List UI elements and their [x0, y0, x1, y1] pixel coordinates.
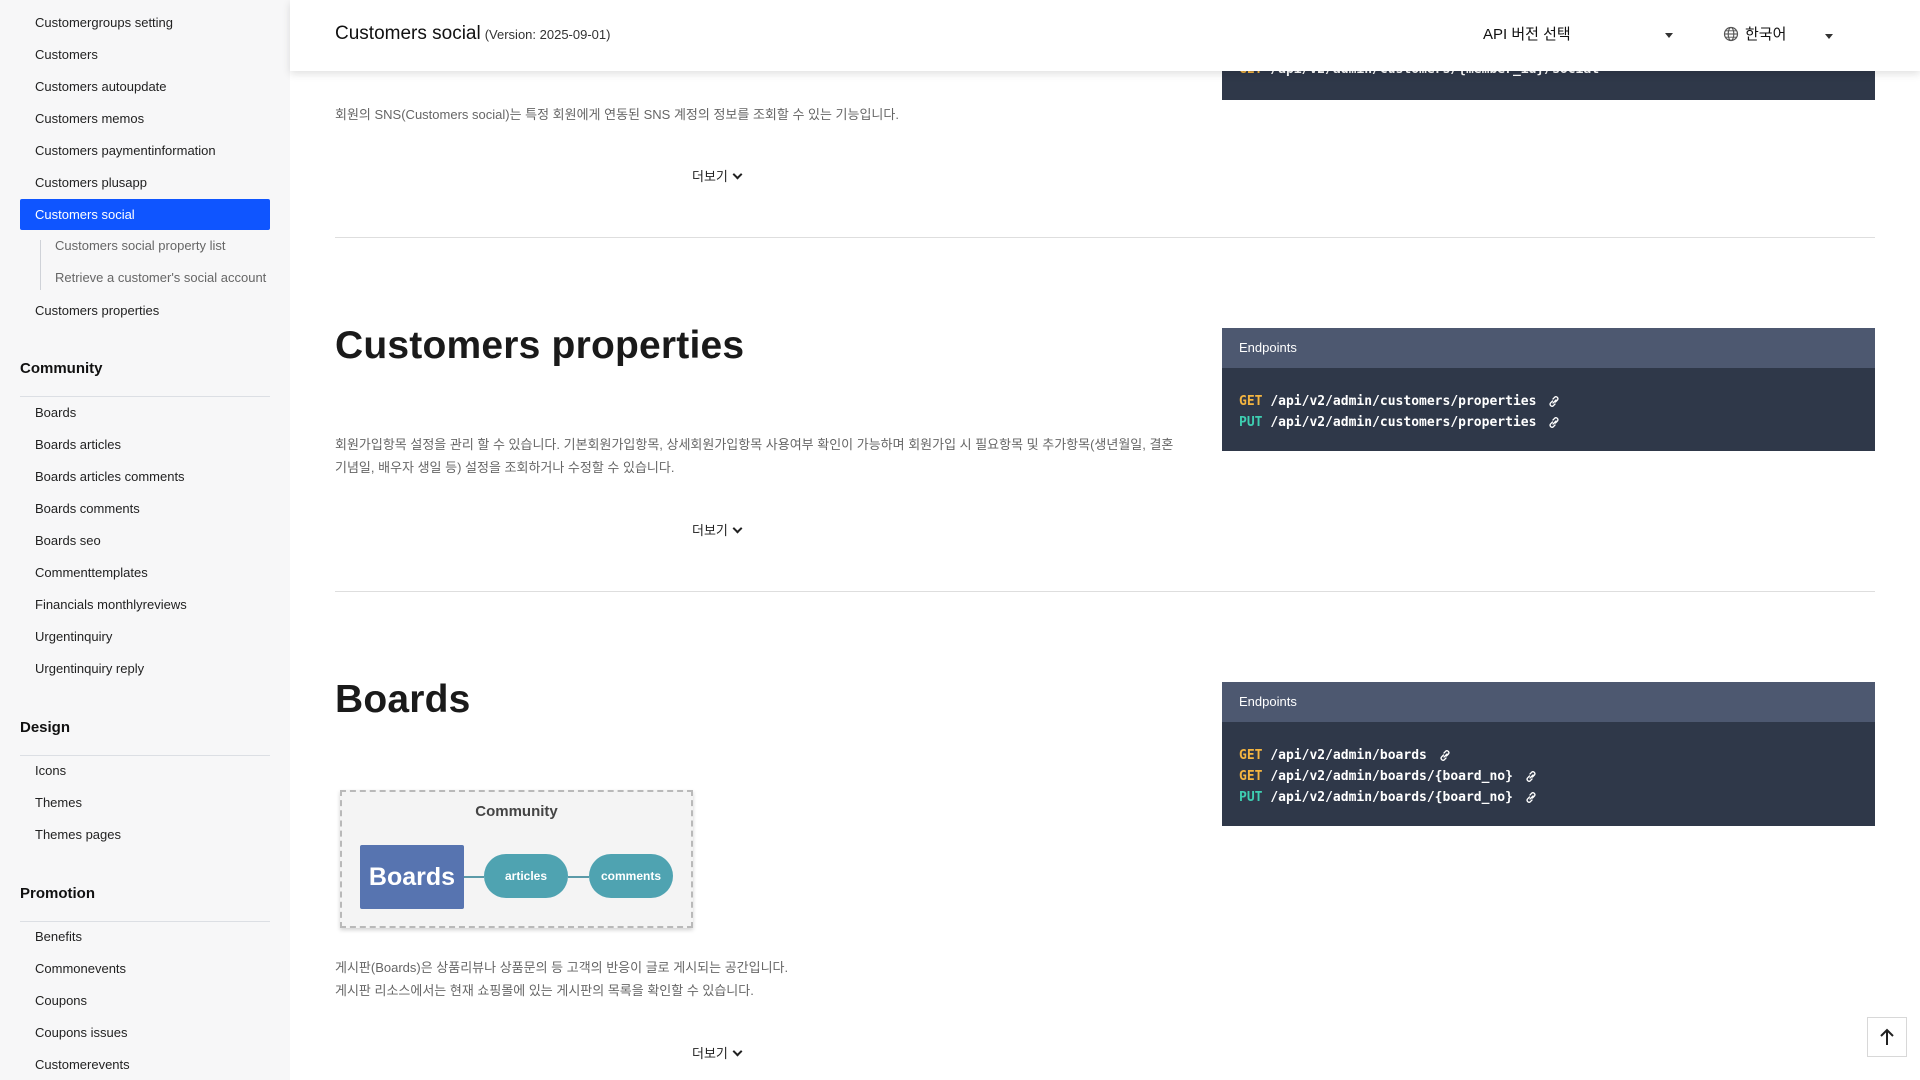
sidebar-group-promotion: Promotion	[20, 885, 95, 902]
diagram-articles-node: articles	[484, 854, 568, 898]
http-method: GET	[1239, 769, 1263, 784]
endpoints-heading: Endpoints	[1222, 328, 1875, 368]
section-divider	[335, 591, 1875, 592]
http-method: PUT	[1239, 790, 1263, 805]
more-label: 더보기	[692, 1046, 728, 1061]
endpoint-line[interactable]: PUT /api/v2/admin/boards/{board_no}	[1239, 787, 1858, 808]
endpoint-path: /api/v2/admin/boards/{board_no}	[1270, 790, 1513, 805]
link-icon[interactable]	[1525, 770, 1537, 783]
sidebar-item-customers-memos[interactable]: Customers memos	[20, 103, 270, 134]
sidebar-item-benefits[interactable]: Benefits	[20, 921, 270, 952]
submenu-rail	[40, 240, 41, 290]
properties-description: 회원가입항목 설정을 관리 할 수 있습니다. 기본회원가입항목, 상세회원가입…	[335, 437, 1174, 475]
section-divider	[335, 237, 1875, 238]
sidebar-item-coupons-issues[interactable]: Coupons issues	[20, 1017, 270, 1048]
caret-down-icon	[1825, 34, 1833, 39]
sidebar: Customergroups setting Customers Custome…	[0, 0, 290, 1080]
sidebar-item-themes-pages[interactable]: Themes pages	[20, 819, 270, 850]
sidebar-item-icons[interactable]: Icons	[20, 755, 270, 786]
top-header: Customers social (Version: 2025-09-01) AP…	[290, 0, 1920, 71]
social-description: 회원의 SNS(Customers social)는 특정 회원에게 연동된 S…	[335, 107, 899, 122]
http-method: GET	[1239, 394, 1263, 409]
boards-more-button[interactable]: 더보기	[692, 1043, 743, 1062]
link-icon[interactable]	[1439, 749, 1451, 762]
sidebar-item-boards-seo[interactable]: Boards seo	[20, 525, 270, 556]
endpoint-line[interactable]: GET /api/v2/admin/boards/{board_no}	[1239, 766, 1858, 787]
more-label: 더보기	[692, 523, 728, 538]
link-icon[interactable]	[1548, 416, 1560, 429]
page-title: Customers social (Version: 2025-09-01)	[335, 23, 610, 45]
endpoint-path: /api/v2/admin/customers/properties	[1270, 394, 1537, 409]
sidebar-item-coupons[interactable]: Coupons	[20, 985, 270, 1016]
sidebar-item-customers-properties[interactable]: Customers properties	[20, 295, 270, 326]
endpoint-line[interactable]: PUT /api/v2/admin/customers/properties	[1239, 412, 1858, 433]
version-label: (Version: 2025-09-01)	[484, 27, 611, 42]
sidebar-item-customerevents[interactable]: Customerevents	[20, 1049, 270, 1080]
diagram-boards-node: Boards	[360, 845, 464, 909]
sidebar-item-customers-plusapp[interactable]: Customers plusapp	[20, 167, 270, 198]
boards-endpoints-box: Endpoints GET /api/v2/admin/boards GET /…	[1222, 682, 1875, 826]
http-method: PUT	[1239, 415, 1263, 430]
boards-description-line: 게시판(Boards)은 상품리뷰나 상품문의 등 고객의 반응이 글로 게시되…	[335, 960, 789, 975]
api-version-select[interactable]: API 버전 선택	[1483, 23, 1673, 47]
sidebar-group-design: Design	[20, 719, 71, 736]
sidebar-item-customers-social[interactable]: Customers social	[20, 199, 270, 230]
endpoint-line[interactable]: GET /api/v2/admin/customers/properties	[1239, 391, 1858, 412]
caret-down-icon	[1665, 33, 1673, 38]
sidebar-item-customers-paymentinformation[interactable]: Customers paymentinformation	[20, 135, 270, 166]
sidebar-item-commenttemplates[interactable]: Commenttemplates	[20, 557, 270, 588]
chevron-down-icon	[732, 523, 743, 534]
boards-description-line: 게시판 리소스에서는 현재 쇼핑몰에 있는 게시판의 목록을 확인할 수 있습니…	[335, 983, 754, 998]
diagram-title: Community	[475, 803, 558, 820]
properties-title: Customers properties	[335, 324, 745, 367]
link-icon[interactable]	[1548, 395, 1560, 408]
sidebar-item-financials-monthlyreviews[interactable]: Financials monthlyreviews	[20, 589, 270, 620]
endpoint-path: /api/v2/admin/customers/properties	[1270, 415, 1537, 430]
page-title-text: Customers social	[335, 23, 481, 44]
sidebar-item-commonevents[interactable]: Commonevents	[20, 953, 270, 984]
link-icon[interactable]	[1525, 791, 1537, 804]
properties-endpoints-box: Endpoints GET /api/v2/admin/customers/pr…	[1222, 328, 1875, 451]
endpoints-heading: Endpoints	[1222, 682, 1875, 722]
sidebar-item-boards-articles[interactable]: Boards articles	[20, 429, 270, 460]
language-label: 한국어	[1745, 26, 1787, 43]
endpoint-path: /api/v2/admin/boards/{board_no}	[1270, 769, 1513, 784]
back-to-top-button[interactable]	[1867, 1017, 1907, 1057]
diagram-connector	[464, 876, 484, 878]
sidebar-item-boards[interactable]: Boards	[20, 397, 270, 428]
sidebar-item-themes[interactable]: Themes	[20, 787, 270, 818]
social-more-button[interactable]: 더보기	[692, 166, 743, 185]
api-version-label: API 버전 선택	[1483, 26, 1571, 43]
sidebar-item-customers[interactable]: Customers	[20, 39, 270, 70]
properties-more-button[interactable]: 더보기	[692, 520, 743, 539]
main-content: GET /api/v2/admin/customers/{member_id}/…	[290, 0, 1920, 1080]
sidebar-item-urgentinquiry[interactable]: Urgentinquiry	[20, 621, 270, 652]
sidebar-subitem-social-property-list[interactable]: Customers social property list	[55, 231, 226, 261]
sidebar-item-customergroups-setting[interactable]: Customergroups setting	[20, 7, 270, 38]
more-label: 더보기	[692, 169, 728, 184]
boards-description: 게시판(Boards)은 상품리뷰나 상품문의 등 고객의 반응이 글로 게시되…	[335, 956, 1185, 1002]
chevron-down-icon	[732, 1046, 743, 1057]
diagram-comments-node: comments	[589, 854, 673, 898]
endpoint-path: /api/v2/admin/boards	[1270, 748, 1427, 763]
sidebar-subitem-retrieve-social-account[interactable]: Retrieve a customer's social account	[55, 263, 266, 293]
sidebar-item-boards-articles-comments[interactable]: Boards articles comments	[20, 461, 270, 492]
chevron-down-icon	[732, 169, 743, 180]
http-method: GET	[1239, 748, 1263, 763]
endpoint-line[interactable]: GET /api/v2/admin/boards	[1239, 745, 1858, 766]
boards-title: Boards	[335, 678, 471, 721]
globe-icon	[1723, 26, 1739, 42]
sidebar-group-community: Community	[20, 360, 103, 377]
sidebar-item-customers-autoupdate[interactable]: Customers autoupdate	[20, 71, 270, 102]
language-select[interactable]: 한국어	[1723, 23, 1833, 47]
diagram-connector	[568, 876, 589, 878]
sidebar-item-urgentinquiry-reply[interactable]: Urgentinquiry reply	[20, 653, 270, 684]
arrow-up-icon	[1880, 1028, 1894, 1045]
community-diagram: Community Boards articles comments	[340, 790, 693, 928]
sidebar-item-boards-comments[interactable]: Boards comments	[20, 493, 270, 524]
